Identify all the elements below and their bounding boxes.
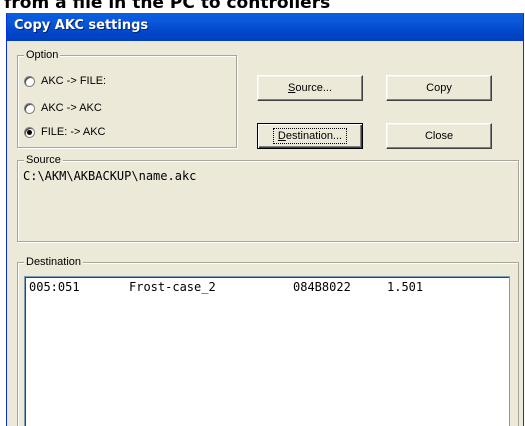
destination-list[interactable]: 005:051 Frost-case_2 084B8022 1.501 (24, 276, 510, 426)
source-label: ource... (295, 82, 333, 94)
option-legend: Option (24, 48, 61, 62)
copy-akc-settings-dialog: Copy AKC settings Option AKC -> FILE: AK… (6, 13, 524, 426)
radio-akc-to-file-label: AKC -> FILE: (41, 75, 107, 87)
source-legend: Source (24, 153, 63, 167)
source-path: C:\AKM\AKBACKUP\name.akc (23, 169, 197, 183)
title-bar[interactable]: Copy AKC settings (7, 13, 523, 41)
close-button[interactable]: Close (386, 123, 492, 149)
copy-label: Copy (426, 82, 452, 94)
window-title: Copy AKC settings (14, 18, 149, 33)
list-item-address: 005:051 (29, 280, 80, 294)
list-item-version: 1.501 (387, 280, 424, 294)
radio-file-to-akc-label: FILE: -> AKC (41, 126, 106, 138)
radio-button-checked-icon (24, 126, 35, 138)
destination-group: Destination 005:051 Frost-case_2 084B802… (17, 255, 519, 426)
destination-label: estination... (285, 130, 343, 142)
copy-button[interactable]: Copy (386, 75, 492, 101)
radio-file-to-akc[interactable]: FILE: -> AKC (24, 124, 106, 140)
radio-akc-to-file[interactable]: AKC -> FILE: (24, 73, 106, 89)
radio-akc-to-akc[interactable]: AKC -> AKC (24, 100, 102, 116)
radio-button-icon (24, 75, 35, 87)
radio-button-icon (24, 102, 35, 114)
destination-legend: Destination (24, 255, 84, 269)
source-group: Source C:\AKM\AKBACKUP\name.akc (17, 153, 519, 242)
list-item-name: Frost-case_2 (129, 280, 216, 294)
destination-mnemonic: D (277, 130, 286, 142)
page-heading: from a file in the PC to controllers (4, 0, 331, 13)
radio-akc-to-akc-label: AKC -> AKC (41, 102, 102, 114)
source-button[interactable]: Source... (257, 75, 363, 101)
destination-button[interactable]: Destination... (257, 123, 363, 149)
close-label: Close (424, 130, 454, 142)
list-item-code: 084B8022 (293, 280, 351, 294)
option-group: Option AKC -> FILE: AKC -> AKC FILE: -> … (17, 48, 237, 148)
list-item[interactable]: 005:051 Frost-case_2 084B8022 1.501 (29, 280, 423, 294)
